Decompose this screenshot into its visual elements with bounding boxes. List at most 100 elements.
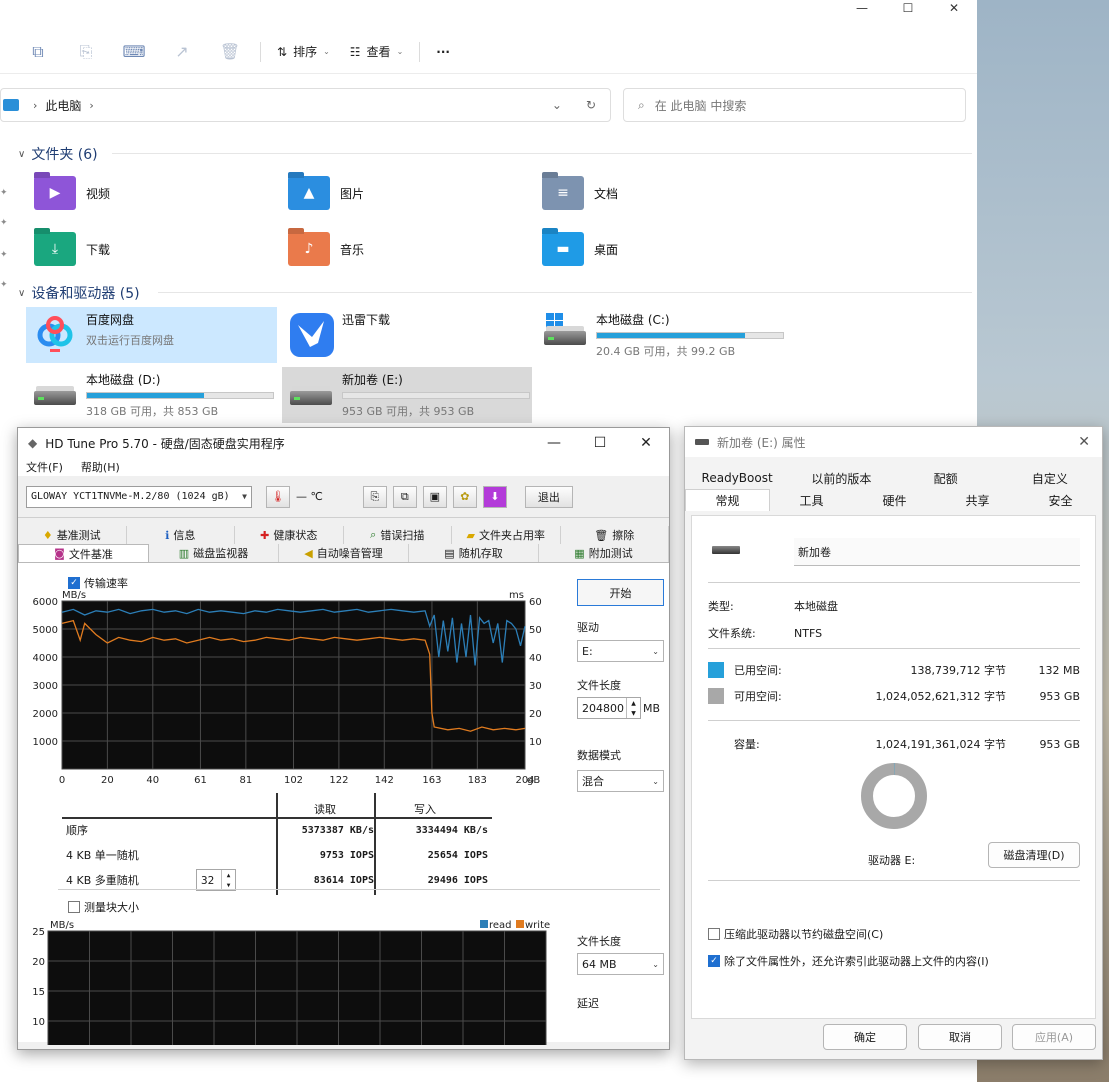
tab-file-benchmark[interactable]: ◙ 文件基准 [18, 544, 149, 562]
drive-select[interactable]: GLOWAY YCT1TNVMe-M.2/80 (1024 gB) ▼ [26, 485, 252, 508]
search-input[interactable]: ⌕ 在 此电脑 中搜索 [623, 88, 966, 122]
devices-header-label: 设备和驱动器 (5) [31, 286, 140, 302]
close-icon[interactable]: ✕ [1078, 434, 1090, 450]
minimize-icon[interactable]: — [839, 0, 885, 16]
usage-donut-chart [861, 762, 927, 829]
tab-disk-monitor[interactable]: ▥ 磁盘监视器 [149, 544, 279, 562]
tab-previous-versions[interactable]: 以前的版本 [789, 467, 893, 489]
tab-label: 随机存取 [458, 547, 503, 560]
y2-tick-label: 50 [529, 625, 542, 636]
exit-button[interactable]: 退出 [524, 485, 573, 508]
save-icon[interactable]: ⬇ [482, 485, 507, 508]
address-bar[interactable]: › 此电脑 › ⌄ ↻ [0, 88, 611, 122]
history-dropdown-icon[interactable]: ⌄ [552, 98, 562, 112]
section-divider [158, 292, 972, 293]
data-mode-combo[interactable]: 混合 ⌄ [577, 770, 664, 792]
device-drive-e[interactable]: 新加卷 (E:) 953 GB 可用，共 953 GB [282, 367, 532, 423]
paste-icon[interactable]: ⎘ [62, 37, 110, 67]
menu-help[interactable]: 帮助(H) [81, 459, 120, 475]
compress-checkbox[interactable]: 压缩此驱动器以节约磁盘空间(C) [708, 926, 883, 942]
block-size-checkbox[interactable]: 测量块大小 [68, 899, 139, 915]
device-drive-c[interactable]: 本地磁盘 (C:) 20.4 GB 可用，共 99.2 GB [536, 307, 796, 363]
menu-file[interactable]: 文件(F) [26, 459, 63, 475]
cancel-button[interactable]: 取消 [918, 1024, 1002, 1050]
close-icon[interactable]: ✕ [931, 0, 977, 16]
device-xunlei[interactable]: 迅雷下载 [282, 307, 532, 363]
tab-general[interactable]: 常规 [685, 489, 770, 511]
y-tick-label: 20 [32, 957, 45, 968]
tab-aam[interactable]: ◀ 自动噪音管理 [279, 544, 409, 562]
block-size-chart: 10 15 20 25 MB/s read write [32, 920, 550, 1045]
hdtune-window: ◆ HD Tune Pro 5.70 - 硬盘/固态硬盘实用程序 — ☐ ✕ 文… [17, 427, 670, 1050]
volume-name-input[interactable]: 新加卷 [794, 538, 1080, 566]
devices-section-header[interactable]: ∨ 设备和驱动器 (5) [18, 283, 140, 303]
delete-icon[interactable]: 🗑 [206, 37, 254, 67]
properties-titlebar: 新加卷 (E:) 属性 ✕ [685, 427, 1102, 457]
folder-documents[interactable]: ≡ 文档 [542, 176, 618, 210]
tab-customize[interactable]: 自定义 [998, 467, 1102, 489]
x-tick-label: 142 [375, 775, 394, 786]
maximize-icon[interactable]: ☐ [577, 435, 623, 451]
chevron-down-icon: ▼ [242, 492, 247, 501]
minimize-icon[interactable]: — [531, 435, 577, 451]
tab-label: 信息 [173, 529, 196, 542]
tab-random-access[interactable]: ▤ 随机存取 [409, 544, 539, 562]
tab-hardware[interactable]: 硬件 [853, 489, 936, 511]
extra-tests-icon: ▦ [574, 546, 585, 560]
copy-all-icon[interactable]: ⧉ [392, 485, 417, 508]
device-drive-d[interactable]: 本地磁盘 (D:) 318 GB 可用，共 853 GB [26, 367, 277, 423]
section-divider [708, 582, 1080, 583]
options-icon[interactable]: ✿ [452, 485, 477, 508]
tab-benchmark[interactable]: ♦ 基准测试 [18, 526, 127, 544]
maximize-icon[interactable]: ☐ [885, 0, 931, 16]
spinner-arrows-icon[interactable]: ▲ ▼ [221, 870, 235, 890]
tab-tools[interactable]: 工具 [770, 489, 853, 511]
breadcrumb[interactable]: 此电脑 [45, 97, 81, 114]
y2-tick-label: 40 [529, 653, 542, 664]
screenshot-icon[interactable]: ▣ [422, 485, 447, 508]
copy-icon[interactable]: ⧉ [14, 37, 62, 67]
tab-security[interactable]: 安全 [1019, 489, 1102, 511]
tab-sharing[interactable]: 共享 [936, 489, 1019, 511]
start-button[interactable]: 开始 [577, 579, 664, 606]
copy-info-icon[interactable]: ⎘ [362, 485, 387, 508]
queue-depth-input[interactable]: 32 ▲ ▼ [196, 869, 236, 891]
sort-button[interactable]: ⇅ 排序 ⌄ [267, 37, 340, 67]
apply-button[interactable]: 应用(A) [1012, 1024, 1096, 1050]
chevron-right-icon[interactable]: › [89, 99, 93, 112]
hard-drive-icon [695, 439, 709, 445]
tab-extra-tests[interactable]: ▦ 附加测试 [539, 544, 669, 562]
row-label: 4 KB 单一随机 [66, 849, 139, 862]
music-icon: ♪ [288, 232, 330, 266]
tab-health[interactable]: ✚ 健康状态 [235, 526, 344, 544]
file-length2-combo[interactable]: 64 MB ⌄ [577, 953, 664, 975]
x-axis-unit: gB [527, 775, 540, 786]
spinner-arrows-icon[interactable]: ▲ ▼ [626, 698, 640, 718]
folder-music[interactable]: ♪ 音乐 [288, 232, 364, 266]
share-icon[interactable]: ↗ [158, 37, 206, 67]
more-options-button[interactable]: ··· [426, 37, 460, 67]
tab-info[interactable]: ℹ 信息 [127, 526, 235, 544]
rename-icon[interactable]: ⌨ [110, 37, 158, 67]
folder-desktop[interactable]: ▬ 桌面 [542, 232, 618, 266]
view-button[interactable]: ☷ 查看 ⌄ [340, 37, 413, 67]
tab-quota[interactable]: 配额 [894, 467, 998, 489]
ok-button[interactable]: 确定 [823, 1024, 907, 1050]
refresh-icon[interactable]: ↻ [586, 98, 596, 112]
close-icon[interactable]: ✕ [623, 435, 669, 451]
file-length-input[interactable]: 204800 ▲ ▼ [577, 697, 641, 719]
tab-row-2: ◙ 文件基准 ▥ 磁盘监视器 ◀ 自动噪音管理 ▤ 随机存取 ▦ 附加测试 [18, 544, 669, 562]
tab-readyboost[interactable]: ReadyBoost [685, 467, 789, 489]
disk-cleanup-button[interactable]: 磁盘清理(D) [988, 842, 1080, 868]
folder-downloads[interactable]: ⤓ 下载 [34, 232, 110, 266]
device-baidu-netdisk[interactable]: 百度网盘 双击运行百度网盘 [26, 307, 277, 363]
xunlei-icon [288, 311, 334, 357]
index-checkbox[interactable]: ✓ 除了文件属性外，还允许索引此驱动器上文件的内容(I) [708, 953, 989, 969]
folder-videos[interactable]: ▶ 视频 [34, 176, 110, 210]
tab-erase[interactable]: 🗑 擦除 [561, 526, 669, 544]
tab-folder-usage[interactable]: ▰ 文件夹占用率 [452, 526, 561, 544]
drive-combo[interactable]: E: ⌄ [577, 640, 664, 662]
folder-pictures[interactable]: ▲ 图片 [288, 176, 364, 210]
folders-section-header[interactable]: ∨ 文件夹 (6) [18, 144, 98, 164]
tab-error-scan[interactable]: ⌕ 错误扫描 [344, 526, 452, 544]
